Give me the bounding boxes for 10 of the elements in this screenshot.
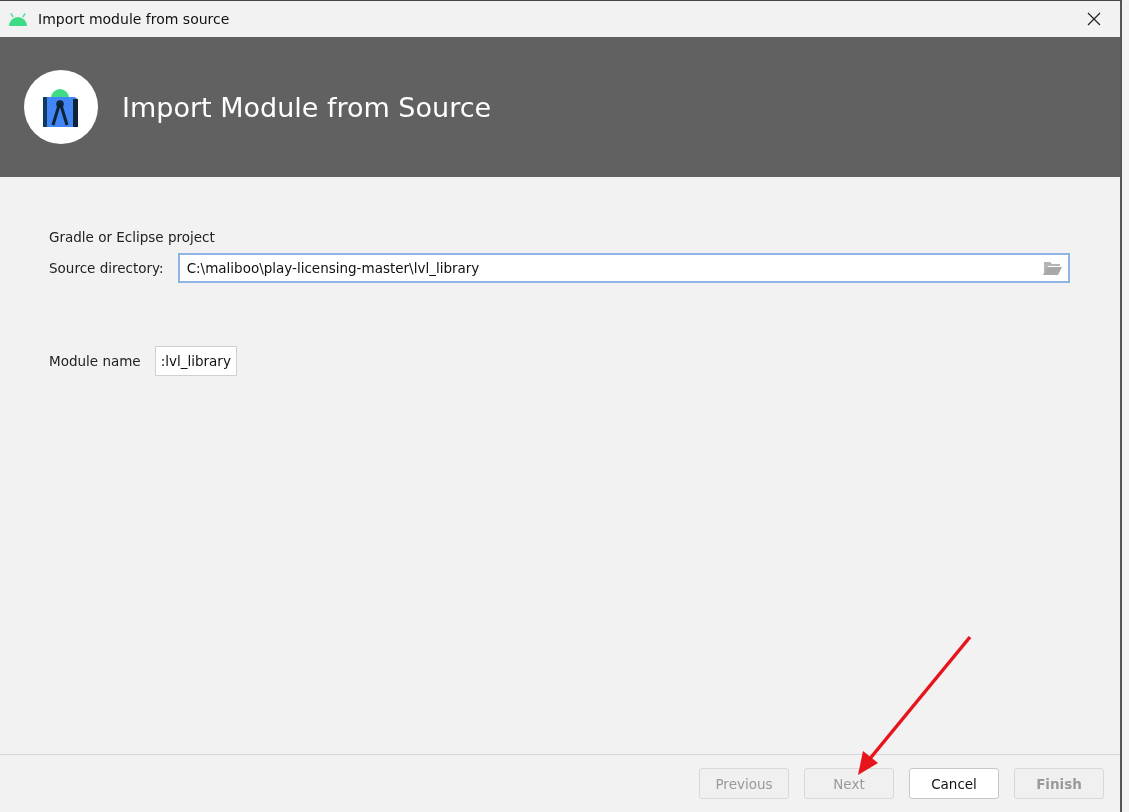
- android-icon: [8, 12, 28, 26]
- window-title: Import module from source: [38, 11, 231, 27]
- module-name-field[interactable]: :lvl_library: [154, 346, 237, 376]
- header-title: Import Module from Source: [122, 91, 492, 123]
- section-label: Gradle or Eclipse project: [49, 229, 216, 245]
- field-label: Source directory:: [49, 260, 164, 276]
- field-label: Module name: [49, 353, 141, 369]
- source-directory-field[interactable]: C:\maliboo\play-licensing-master\lvl_library: [177, 253, 1070, 283]
- wizard-button[interactable]: Cancel: [909, 768, 999, 799]
- close-icon: [1087, 12, 1101, 26]
